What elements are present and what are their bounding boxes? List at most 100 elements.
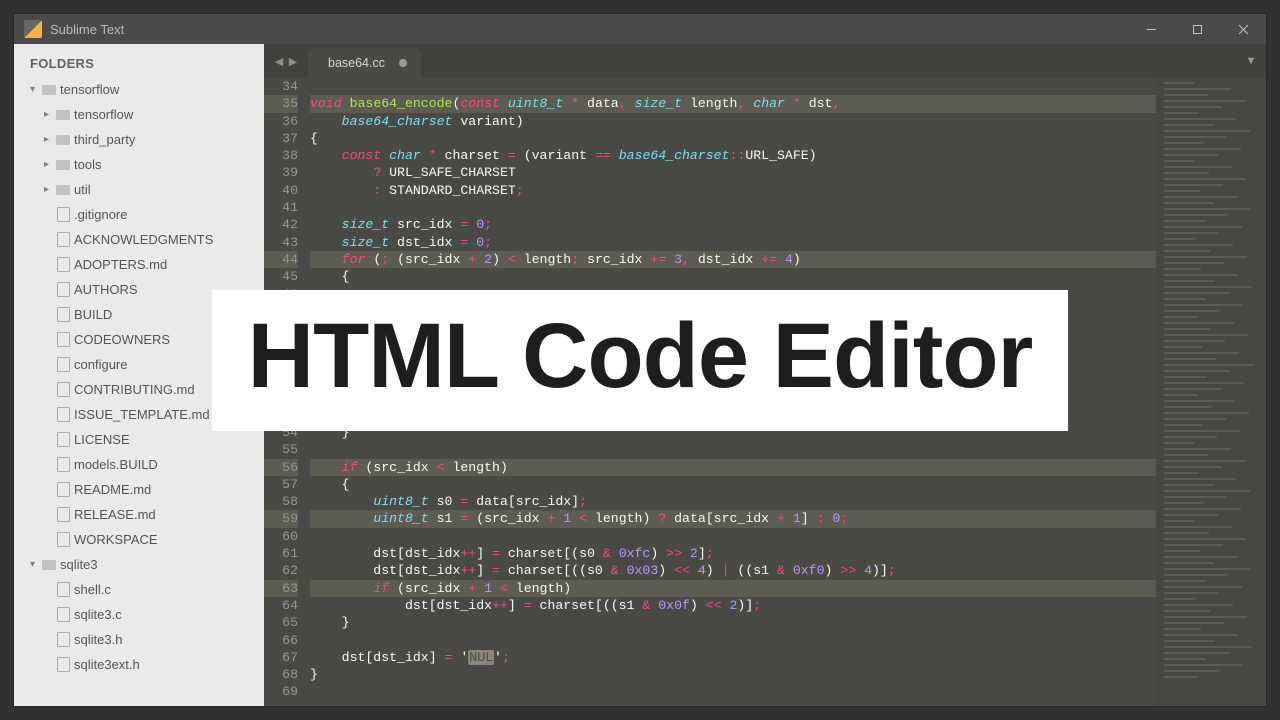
editor-area: ◀ ▶ base64.cc ▼ 343536373839404142434445…	[264, 44, 1266, 706]
tree-item-label: util	[74, 182, 91, 197]
folder-icon	[54, 133, 72, 147]
tree-item-label: AUTHORS	[74, 282, 138, 297]
file-item[interactable]: ADOPTERS.md	[14, 252, 264, 277]
tree-item-label: sqlite3.h	[74, 632, 122, 647]
tab-overflow-icon[interactable]: ▼	[1236, 44, 1266, 78]
sidebar[interactable]: FOLDERS ▾ tensorflow ▸ tensorflow ▸ third_par…	[14, 44, 264, 706]
tree-item-label: ACKNOWLEDGMENTS	[74, 232, 213, 247]
minimize-button[interactable]	[1128, 14, 1174, 44]
tab-active[interactable]: base64.cc	[308, 48, 421, 78]
tree-item-label: RELEASE.md	[74, 507, 156, 522]
file-icon	[54, 283, 72, 297]
tree-item-label: LICENSE	[74, 432, 130, 447]
tree-item-label: CONTRIBUTING.md	[74, 382, 195, 397]
file-item[interactable]: models.BUILD	[14, 452, 264, 477]
tree-item-label: BUILD	[74, 307, 112, 322]
folder-item[interactable]: ▸ third_party	[14, 127, 264, 152]
tree-arrow-icon: ▸	[44, 159, 54, 170]
nav-forward-icon[interactable]: ▶	[286, 55, 300, 68]
tree-item-label: README.md	[74, 482, 151, 497]
folder-item[interactable]: ▾ sqlite3	[14, 552, 264, 577]
code-editor[interactable]: 3435363738394041424344454647484950515253…	[264, 78, 1266, 706]
file-item[interactable]: ACKNOWLEDGMENTS	[14, 227, 264, 252]
tree-item-label: CODEOWNERS	[74, 332, 170, 347]
tree-item-label: tools	[74, 157, 101, 172]
tree-arrow-icon: ▸	[44, 109, 54, 120]
file-icon	[54, 358, 72, 372]
file-item[interactable]: AUTHORS	[14, 277, 264, 302]
app-title: Sublime Text	[50, 22, 124, 37]
minimap[interactable]	[1156, 78, 1266, 706]
app-icon	[24, 20, 42, 38]
folder-icon	[54, 158, 72, 172]
file-icon	[54, 458, 72, 472]
file-icon	[54, 633, 72, 647]
file-icon	[54, 308, 72, 322]
file-item[interactable]: README.md	[14, 477, 264, 502]
file-item[interactable]: LICENSE	[14, 427, 264, 452]
tree-item-label: tensorflow	[74, 107, 133, 122]
tree-item-label: sqlite3	[60, 557, 98, 572]
file-item[interactable]: shell.c	[14, 577, 264, 602]
maximize-button[interactable]	[1174, 14, 1220, 44]
file-item[interactable]: sqlite3.h	[14, 627, 264, 652]
file-item[interactable]: WORKSPACE	[14, 527, 264, 552]
tree-item-label: sqlite3.c	[74, 607, 122, 622]
file-icon	[54, 483, 72, 497]
file-icon	[54, 583, 72, 597]
file-icon	[54, 408, 72, 422]
file-item[interactable]: BUILD	[14, 302, 264, 327]
close-button[interactable]	[1220, 14, 1266, 44]
file-item[interactable]: sqlite3ext.h	[14, 652, 264, 677]
tree-item-label: WORKSPACE	[74, 532, 158, 547]
tree-item-label: third_party	[74, 132, 135, 147]
tree-item-label: ADOPTERS.md	[74, 257, 167, 272]
file-item[interactable]: CONTRIBUTING.md	[14, 377, 264, 402]
folder-item[interactable]: ▾ tensorflow	[14, 77, 264, 102]
folder-item[interactable]: ▸ util	[14, 177, 264, 202]
folder-icon	[54, 108, 72, 122]
nav-back-icon[interactable]: ◀	[272, 55, 286, 68]
tree-item-label: shell.c	[74, 582, 111, 597]
tree-item-label: tensorflow	[60, 82, 119, 97]
tab-dirty-indicator	[399, 59, 407, 67]
file-icon	[54, 533, 72, 547]
app-window: Sublime Text FOLDERS ▾ tensorflow ▸ tensorf…	[14, 14, 1266, 706]
tree-arrow-icon: ▾	[30, 84, 40, 95]
file-item[interactable]: configure	[14, 352, 264, 377]
file-item[interactable]: ISSUE_TEMPLATE.md	[14, 402, 264, 427]
folder-icon	[54, 183, 72, 197]
tree-item-label: models.BUILD	[74, 457, 158, 472]
tree-item-label: sqlite3ext.h	[74, 657, 140, 672]
file-icon	[54, 383, 72, 397]
tree-arrow-icon: ▸	[44, 184, 54, 195]
file-item[interactable]: RELEASE.md	[14, 502, 264, 527]
file-item[interactable]: .gitignore	[14, 202, 264, 227]
file-icon	[54, 658, 72, 672]
line-gutter: 3435363738394041424344454647484950515253…	[264, 78, 310, 706]
tab-label: base64.cc	[328, 56, 385, 70]
file-icon	[54, 333, 72, 347]
file-icon	[54, 608, 72, 622]
folder-item[interactable]: ▸ tools	[14, 152, 264, 177]
folder-icon	[40, 558, 58, 572]
file-item[interactable]: CODEOWNERS	[14, 327, 264, 352]
folder-item[interactable]: ▸ tensorflow	[14, 102, 264, 127]
tab-bar[interactable]: ◀ ▶ base64.cc ▼	[264, 44, 1266, 78]
tree-item-label: ISSUE_TEMPLATE.md	[74, 407, 210, 422]
folder-icon	[40, 83, 58, 97]
tab-nav[interactable]: ◀ ▶	[264, 44, 308, 78]
file-tree[interactable]: ▾ tensorflow ▸ tensorflow ▸ third_party ▸ tools…	[14, 77, 264, 677]
tree-item-label: configure	[74, 357, 127, 372]
titlebar[interactable]: Sublime Text	[14, 14, 1266, 44]
sidebar-header: FOLDERS	[14, 50, 264, 77]
code-content[interactable]: void base64_encode(const uint8_t * data,…	[310, 78, 1156, 706]
file-icon	[54, 208, 72, 222]
tree-arrow-icon: ▾	[30, 559, 40, 570]
file-icon	[54, 258, 72, 272]
tree-arrow-icon: ▸	[44, 134, 54, 145]
file-icon	[54, 433, 72, 447]
file-item[interactable]: sqlite3.c	[14, 602, 264, 627]
tree-item-label: .gitignore	[74, 207, 127, 222]
file-icon	[54, 508, 72, 522]
